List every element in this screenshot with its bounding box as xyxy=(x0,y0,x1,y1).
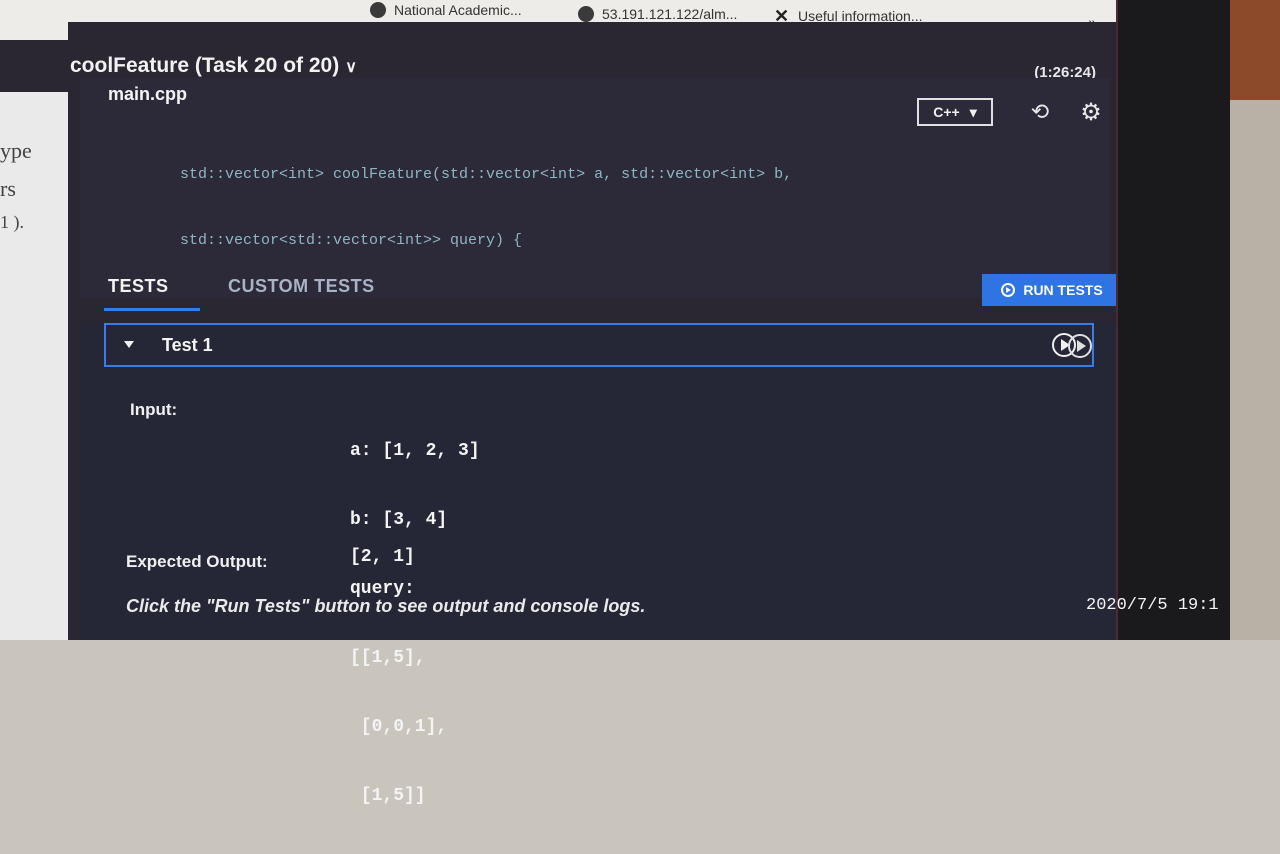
gear-icon[interactable]: ⚙ xyxy=(1077,98,1105,126)
bookmark-national-academic[interactable]: National Academic... xyxy=(370,2,522,18)
test-case-header[interactable]: Test 1 xyxy=(104,323,1094,367)
code-line: std::vector<int> coolFeature(std::vector… xyxy=(180,166,793,183)
run-tests-label: RUN TESTS xyxy=(1023,282,1103,298)
page-text-line: 1 ). xyxy=(0,212,24,232)
play-icon[interactable] xyxy=(1068,334,1092,358)
caret-down-icon: ▾ xyxy=(969,103,977,120)
test-panel: Test 1 Input: a: [1, 2, 3] b: [3, 4] que… xyxy=(80,322,1120,806)
coding-app: coolFeature (Task 20 of 20) ∨ (1:26:24) m… xyxy=(0,22,1122,806)
background-page-strip: ype rs 1 ). xyxy=(0,68,68,640)
file-name: main.cpp xyxy=(108,84,188,104)
test-tabs: TESTS CUSTOM TESTS xyxy=(68,270,1118,312)
background-shelf xyxy=(1230,0,1280,100)
chevron-down-icon: ∨ xyxy=(345,59,357,76)
input-line: [[1,5], xyxy=(350,648,426,668)
input-label: Input: xyxy=(130,400,178,419)
bookmark-label: National Academic... xyxy=(394,2,522,18)
input-line: [0,0,1], xyxy=(350,717,448,737)
expected-output-label: Expected Output: xyxy=(126,552,268,571)
globe-icon xyxy=(370,2,386,18)
input-line: [1,5]] xyxy=(350,786,426,806)
play-icon xyxy=(1001,283,1016,297)
laptop-bezel xyxy=(1118,0,1230,640)
language-label: C++ xyxy=(933,104,960,120)
page-text-line: ype xyxy=(0,138,32,163)
tab-custom-tests[interactable]: CUSTOM TESTS xyxy=(228,276,375,297)
language-select[interactable]: C++ ▾ xyxy=(917,98,993,126)
run-tests-button[interactable]: RUN TESTS xyxy=(982,274,1122,306)
page-title: coolFeature (Task 20 of 20) xyxy=(70,54,340,77)
code-editor[interactable]: main.cpp C++ ▾ ⟲ ⚙ std::vector<int> cool… xyxy=(80,78,1110,381)
expected-output-value: [2, 1] xyxy=(350,547,415,567)
page-text-line: rs xyxy=(0,176,16,201)
input-line: b: [3, 4] xyxy=(350,510,448,530)
reset-icon[interactable]: ⟲ xyxy=(1026,98,1054,126)
photo-timestamp: 2020/7/5 19:1 xyxy=(1086,596,1219,615)
globe-icon xyxy=(578,6,594,22)
caret-down-icon[interactable] xyxy=(124,341,134,348)
bookmark-ip-address[interactable]: 53.191.121.122/alm... xyxy=(578,6,737,22)
run-tests-hint: Click the "Run Tests" button to see outp… xyxy=(126,596,646,616)
input-values: a: [1, 2, 3] b: [3, 4] query: [[1,5], [0… xyxy=(350,394,480,854)
input-line: a: [1, 2, 3] xyxy=(350,441,480,461)
task-title-dropdown[interactable]: coolFeature (Task 20 of 20) ∨ xyxy=(70,54,357,78)
code-line: std::vector<std::vector<int>> query) { xyxy=(180,232,523,249)
test-name: Test 1 xyxy=(162,335,213,355)
background-wall xyxy=(1230,0,1280,640)
tab-tests[interactable]: TESTS xyxy=(104,276,200,311)
bookmark-label: 53.191.121.122/alm... xyxy=(602,6,738,22)
